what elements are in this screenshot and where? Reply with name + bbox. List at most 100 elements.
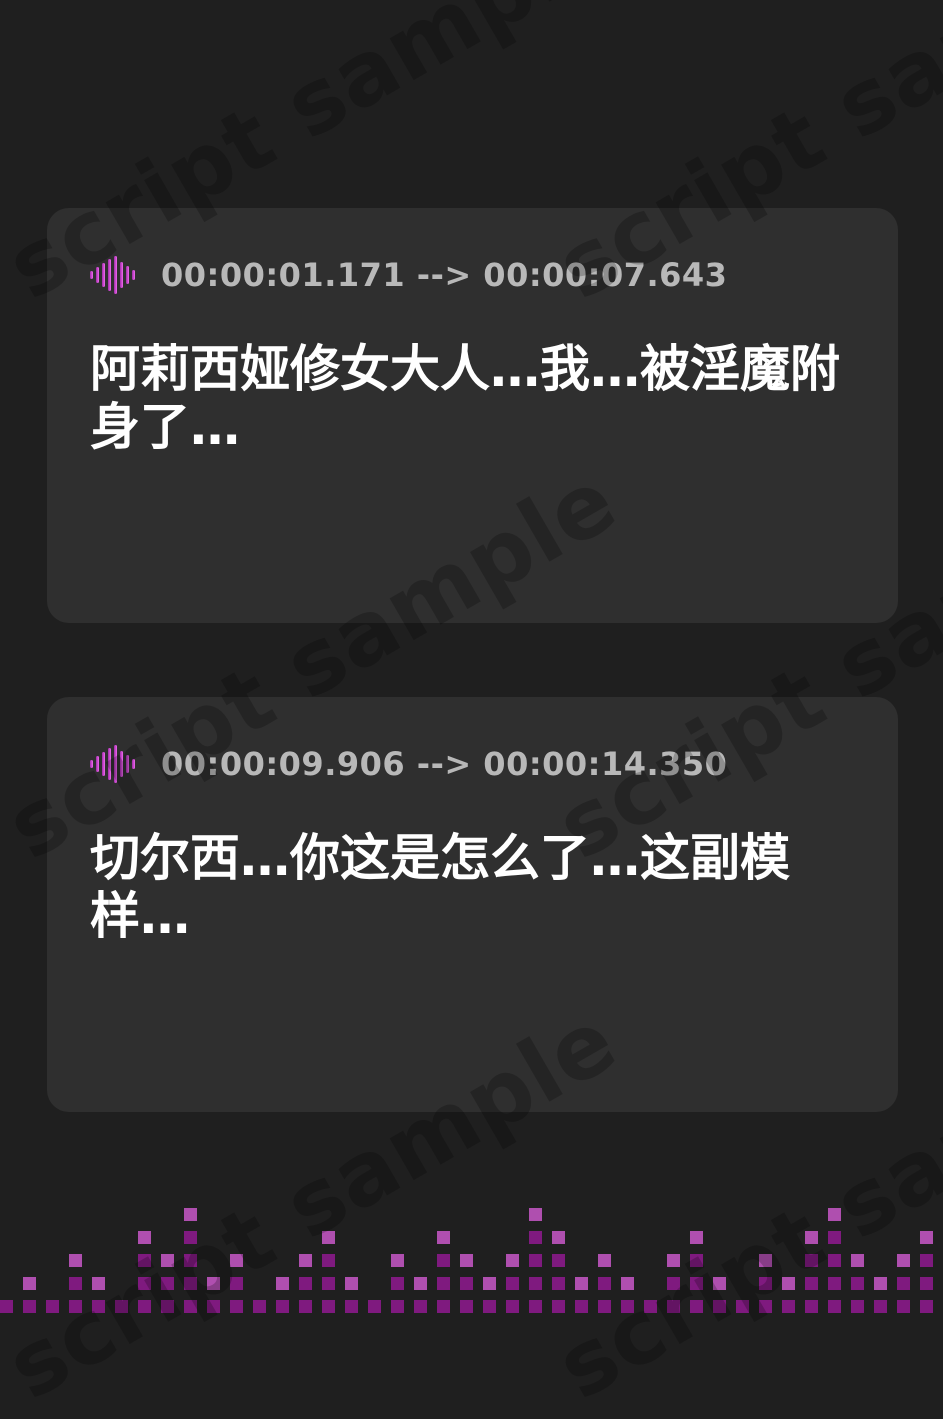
equalizer-square [414, 1300, 427, 1313]
equalizer-square [483, 1300, 496, 1313]
card-header: 00:00:01.171 --> 00:00:07.643 [89, 256, 727, 294]
equalizer-square [138, 1300, 151, 1313]
equalizer-square [828, 1231, 841, 1244]
equalizer-square [506, 1300, 519, 1313]
equalizer-square [368, 1300, 381, 1313]
equalizer-square [874, 1300, 887, 1313]
equalizer-square [483, 1277, 496, 1290]
equalizer-square [92, 1277, 105, 1290]
equalizer-square [805, 1231, 818, 1244]
equalizer-square [529, 1208, 542, 1221]
equalizer-square [299, 1300, 312, 1313]
equalizer-square [230, 1300, 243, 1313]
equalizer-square [23, 1277, 36, 1290]
equalizer-square [115, 1300, 128, 1313]
equalizer-square [690, 1231, 703, 1244]
equalizer-square [828, 1300, 841, 1313]
equalizer-square [920, 1231, 933, 1244]
equalizer-square [207, 1300, 220, 1313]
equalizer-square [322, 1300, 335, 1313]
equalizer-square [552, 1254, 565, 1267]
equalizer-square [230, 1277, 243, 1290]
equalizer-square [230, 1254, 243, 1267]
equalizer-square [460, 1300, 473, 1313]
equalizer-square [529, 1254, 542, 1267]
equalizer-square [0, 1300, 13, 1313]
equalizer-square [552, 1277, 565, 1290]
equalizer-square [184, 1254, 197, 1267]
equalizer-square [690, 1277, 703, 1290]
equalizer-square [851, 1254, 864, 1267]
equalizer-square [805, 1254, 818, 1267]
card-header: 00:00:09.906 --> 00:00:14.350 [89, 745, 727, 783]
equalizer-square [575, 1277, 588, 1290]
equalizer-square [46, 1300, 59, 1313]
equalizer-square [69, 1277, 82, 1290]
equalizer-square [460, 1277, 473, 1290]
equalizer-square [23, 1300, 36, 1313]
subtitle-card-2: 00:00:09.906 --> 00:00:14.350 切尔西…你这是怎么了… [47, 697, 898, 1112]
equalizer-square [184, 1208, 197, 1221]
equalizer-square [621, 1300, 634, 1313]
equalizer-square [920, 1277, 933, 1290]
equalizer-square [598, 1300, 611, 1313]
equalizer-square [345, 1277, 358, 1290]
equalizer-square [299, 1277, 312, 1290]
subtitle-text: 切尔西…你这是怎么了…这副模样… [90, 829, 790, 945]
equalizer-square [276, 1300, 289, 1313]
equalizer-square [690, 1300, 703, 1313]
watermark-layer: script sample script sample script sampl… [0, 0, 943, 1419]
equalizer-square [437, 1254, 450, 1267]
equalizer-square [161, 1277, 174, 1290]
equalizer-square [276, 1277, 289, 1290]
equalizer-square [322, 1277, 335, 1290]
equalizer-square [667, 1254, 680, 1267]
equalizer-square [828, 1254, 841, 1267]
equalizer-square [874, 1277, 887, 1290]
equalizer-square [713, 1300, 726, 1313]
equalizer-square [575, 1300, 588, 1313]
equalizer-square [529, 1300, 542, 1313]
equalizer-square [920, 1300, 933, 1313]
equalizer-square [184, 1300, 197, 1313]
equalizer-square [644, 1300, 657, 1313]
equalizer-square [552, 1300, 565, 1313]
equalizer-square [897, 1254, 910, 1267]
equalizer-square [782, 1300, 795, 1313]
equalizer-square [138, 1254, 151, 1267]
equalizer-square [253, 1300, 266, 1313]
equalizer-square [690, 1254, 703, 1267]
equalizer-square [621, 1277, 634, 1290]
audio-waveform-icon [90, 745, 135, 783]
equalizer-square [782, 1277, 795, 1290]
equalizer-square [529, 1277, 542, 1290]
equalizer-square [552, 1231, 565, 1244]
equalizer-square [184, 1231, 197, 1244]
equalizer-square [897, 1277, 910, 1290]
equalizer-square [667, 1300, 680, 1313]
equalizer-square [460, 1254, 473, 1267]
equalizer-square [736, 1300, 749, 1313]
equalizer-square [506, 1254, 519, 1267]
equalizer-square [713, 1277, 726, 1290]
equalizer-square [598, 1254, 611, 1267]
equalizer-square [851, 1277, 864, 1290]
equalizer-square [322, 1254, 335, 1267]
equalizer-square [506, 1277, 519, 1290]
equalizer-square [322, 1231, 335, 1244]
equalizer-square [805, 1300, 818, 1313]
equalizer-square [667, 1277, 680, 1290]
equalizer-square [759, 1254, 772, 1267]
equalizer-square [759, 1300, 772, 1313]
equalizer-square [920, 1254, 933, 1267]
equalizer-square [138, 1277, 151, 1290]
equalizer-square [391, 1254, 404, 1267]
equalizer-square [897, 1300, 910, 1313]
equalizer-square [598, 1277, 611, 1290]
equalizer-square [69, 1300, 82, 1313]
equalizer-square [391, 1300, 404, 1313]
equalizer-square [851, 1300, 864, 1313]
equalizer-square [345, 1300, 358, 1313]
equalizer-square [437, 1300, 450, 1313]
equalizer-square [92, 1300, 105, 1313]
